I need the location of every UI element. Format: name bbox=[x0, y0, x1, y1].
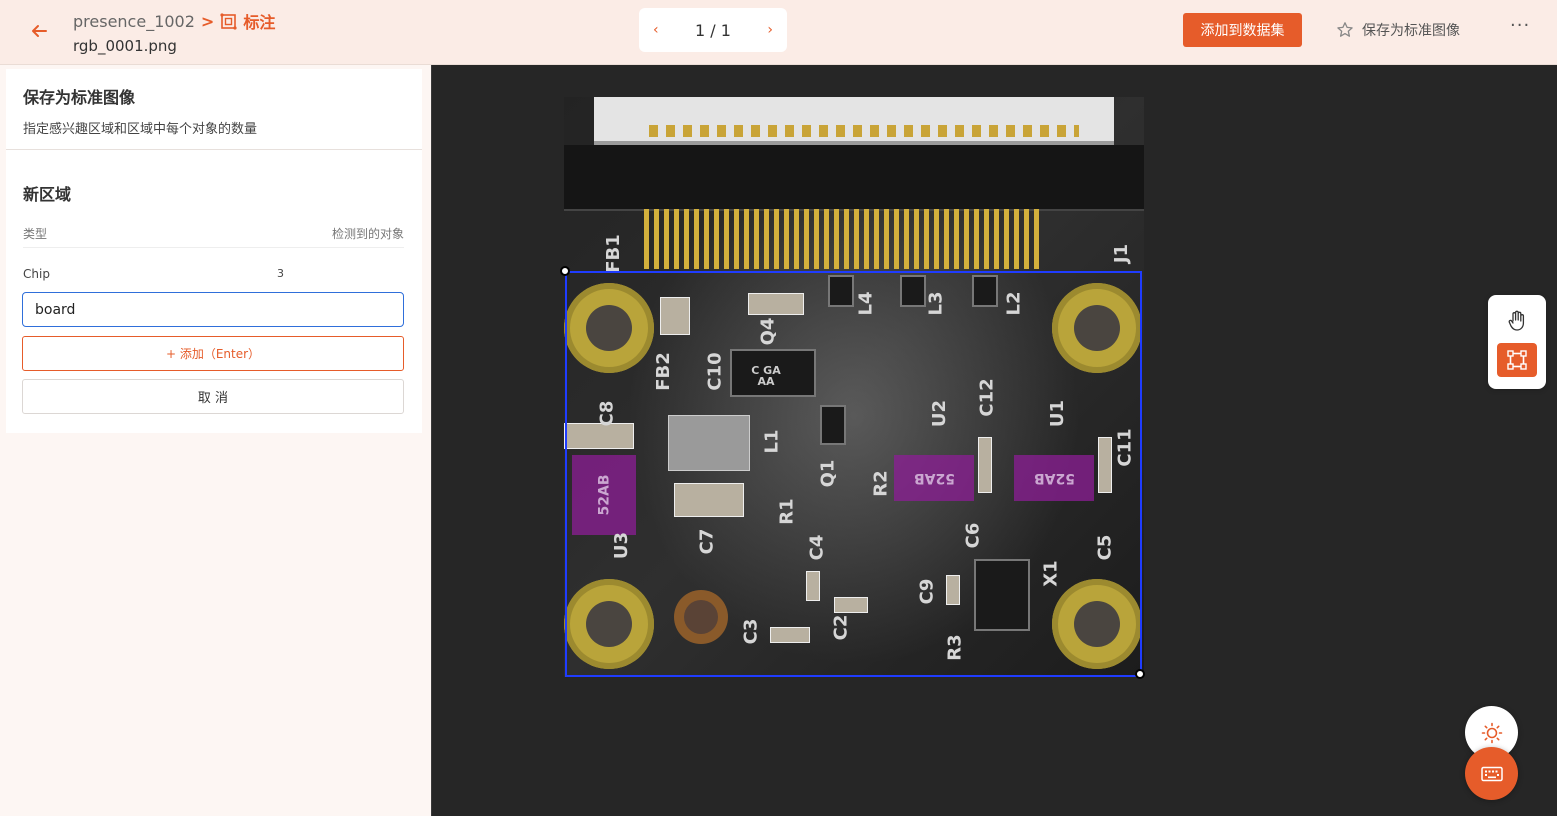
rectangle-tool-button[interactable] bbox=[1497, 343, 1537, 377]
silkscreen-label: FB1 bbox=[602, 234, 624, 273]
connector-pins-bottom bbox=[644, 209, 1044, 269]
row-type-chip: Chip bbox=[23, 267, 50, 281]
new-region-title: 新区域 bbox=[23, 185, 72, 204]
top-bar: presence_1002 > 标注 rgb_0001.png ‹ 1 / 1 … bbox=[0, 0, 1557, 65]
column-header-type: 类型 bbox=[23, 227, 48, 241]
connector-pins-top bbox=[649, 125, 1079, 137]
connector-latch bbox=[594, 97, 1114, 145]
prev-image-button[interactable]: ‹ bbox=[653, 22, 659, 38]
save-standard-card: 保存为标准图像 指定感兴趣区域和区域中每个对象的数量 新区域 类型 检测到的对象… bbox=[6, 69, 422, 433]
tool-panel bbox=[1488, 295, 1546, 389]
row-count-chip: 3 bbox=[277, 267, 284, 280]
divider bbox=[23, 247, 404, 248]
next-image-button[interactable]: › bbox=[767, 22, 773, 38]
bbox-handle-bottom-right[interactable] bbox=[1135, 669, 1145, 679]
page-title: 标注 bbox=[243, 13, 276, 32]
save-as-standard-button[interactable]: 保存为标准图像 bbox=[1336, 20, 1460, 40]
add-region-button[interactable]: + 添加（Enter） bbox=[22, 336, 404, 371]
breadcrumb-project[interactable]: presence_1002 bbox=[73, 12, 195, 31]
keyboard-shortcuts-button[interactable] bbox=[1465, 747, 1518, 800]
save-as-standard-label: 保存为标准图像 bbox=[1362, 23, 1460, 39]
breadcrumb: presence_1002 > 标注 bbox=[73, 9, 275, 33]
panel-description: 指定感兴趣区域和区域中每个对象的数量 bbox=[23, 122, 258, 137]
cancel-button[interactable]: 取 消 bbox=[22, 379, 404, 414]
rectangle-select-icon bbox=[1507, 350, 1527, 370]
region-bounding-box[interactable] bbox=[565, 271, 1142, 677]
file-name: rgb_0001.png bbox=[73, 37, 177, 55]
arrow-left-icon bbox=[32, 25, 47, 37]
breadcrumb-current: 标注 bbox=[220, 9, 275, 33]
silkscreen-label: J1 bbox=[1111, 243, 1133, 264]
hand-pan-icon bbox=[1508, 310, 1525, 331]
sun-icon bbox=[1481, 722, 1502, 743]
region-name-input[interactable] bbox=[22, 292, 404, 327]
image-pager: ‹ 1 / 1 › bbox=[639, 8, 787, 52]
annotate-icon bbox=[220, 12, 237, 30]
more-options-button[interactable]: ··· bbox=[1510, 15, 1530, 36]
star-outline-icon bbox=[1337, 22, 1353, 37]
breadcrumb-separator: > bbox=[200, 11, 215, 31]
panel-title: 保存为标准图像 bbox=[23, 88, 136, 107]
back-button[interactable] bbox=[26, 18, 52, 44]
bbox-handle-top-left[interactable] bbox=[560, 266, 570, 276]
connector-body bbox=[564, 145, 1144, 211]
divider bbox=[6, 149, 422, 150]
pager-text: 1 / 1 bbox=[695, 20, 731, 40]
image-canvas[interactable]: 52AB 52AB 52AB FB1 J1 L4 L3 L2 Q4 C8 FB2… bbox=[431, 65, 1557, 816]
column-header-detected: 检测到的对象 bbox=[331, 227, 404, 241]
add-to-dataset-button[interactable]: 添加到数据集 bbox=[1183, 13, 1302, 47]
keyboard-icon bbox=[1480, 766, 1503, 781]
pan-tool-button[interactable] bbox=[1501, 306, 1533, 336]
left-panel: 保存为标准图像 指定感兴趣区域和区域中每个对象的数量 新区域 类型 检测到的对象… bbox=[0, 65, 431, 816]
